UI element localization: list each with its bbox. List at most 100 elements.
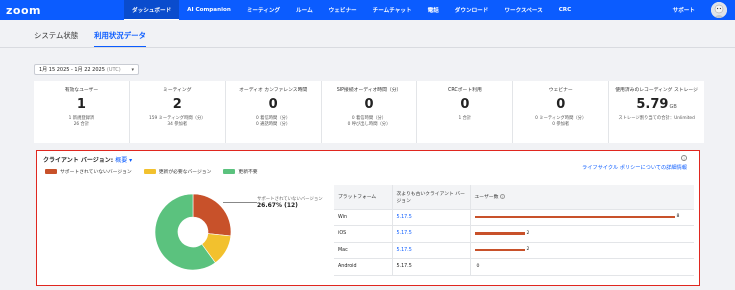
callout-value: 26.67% (12)	[257, 202, 298, 209]
stat-sub: 1 新規登録済 26 合計	[68, 116, 95, 127]
stat-webinars: ウェビナー 0 0 ミーティング時間（分） 0 参加者	[513, 81, 610, 143]
stat-value: 0	[364, 97, 374, 112]
legend-item-unsupported: サポートされていないバージョン	[45, 168, 132, 175]
version-link[interactable]: 5.17.5	[397, 231, 412, 236]
user-count-cell: 0	[470, 258, 694, 276]
stat-recording-storage: 使用済みのレコーディング ストレージ 5.79GB ストレージ割り当ての合計：U…	[609, 81, 704, 143]
version-link[interactable]: 5.17.5	[397, 215, 412, 220]
stat-value: 2	[172, 97, 182, 112]
user-count-cell: 2	[470, 225, 694, 243]
nav-item-rooms[interactable]: ルーム	[288, 0, 321, 20]
user-count-cell: 8	[470, 209, 694, 226]
chevron-down-icon: ▾	[131, 67, 134, 73]
nav-item-workspaces[interactable]: ワークスペース	[496, 0, 550, 20]
stat-title: オーディオ カンファレンス時間	[239, 88, 308, 93]
stat-sub: 159 ミーティング時間（分） 34 参加者	[149, 116, 206, 127]
platform-cell: Win	[334, 209, 392, 226]
dashboard-tabs: システム状態 利用状況データ	[34, 30, 146, 48]
legend-swatch	[45, 169, 57, 174]
stat-value: 0	[460, 97, 470, 112]
stat-title: CRCポート利用	[447, 88, 482, 93]
user-count-value: 2	[526, 247, 530, 253]
chart-legend: サポートされていないバージョン 更新が必要なバージョン 更新不要	[45, 168, 258, 175]
version-cell: 5.17.5	[391, 209, 471, 226]
header-platform: プラットフォーム	[334, 185, 392, 210]
donut-slice-0[interactable]	[192, 193, 232, 237]
table-row: Mac 5.17.5 2	[334, 242, 694, 259]
platform-cell: iOS	[334, 225, 392, 243]
stat-sip-audio: SIP接続オーディオ時間（分） 0 0 着信時間（分） 0 呼び出し時間（分）	[322, 81, 418, 143]
user-count-value: 2	[526, 230, 530, 236]
nav-item-dashboard[interactable]: ダッシュボード	[124, 0, 180, 20]
stat-active-users: 有効なユーザー 1 1 新規登録済 26 合計	[34, 81, 130, 143]
nav-item-download[interactable]: ダウンロード	[447, 0, 497, 20]
version-cell: 5.17.5	[391, 225, 471, 243]
nav-item-meetings[interactable]: ミーティング	[239, 0, 288, 20]
client-version-table: プラットフォーム 次よりも古いクライアント バージョン ユーザー数 i Win 5.…	[334, 185, 694, 276]
stat-sub: 0 着信時間（分） 0 呼び出し時間（分）	[347, 116, 391, 127]
legend-swatch	[223, 169, 236, 174]
zoom-logo[interactable]: zoom	[6, 4, 124, 17]
donut-callout: サポートされていないバージョン 26.67% (12)	[257, 197, 323, 209]
lifecycle-policy-link[interactable]: ライフサイクル ポリシーについての詳細情報	[582, 164, 687, 171]
stat-unit: GB	[669, 104, 677, 110]
legend-item-no-update: 更新不要	[223, 168, 258, 175]
user-avatar-icon	[711, 2, 727, 18]
platform-cell: Android	[334, 258, 392, 276]
header-version: 次よりも古いクライアント バージョン	[391, 185, 471, 210]
info-icon[interactable]: i	[500, 194, 506, 200]
date-range-text: 1月 15 2025 - 1月 22 2025	[39, 67, 105, 73]
stat-audio-conference: オーディオ カンファレンス時間 0 0 着信時間（分） 0 通話時間（分）	[226, 81, 322, 143]
stat-value: 1	[76, 97, 86, 112]
stat-title: 有効なユーザー	[64, 88, 99, 93]
avatar[interactable]	[711, 2, 727, 18]
header-users: ユーザー数 i	[470, 185, 694, 210]
stat-crc-ports: CRCポート利用 0 1 合計	[417, 81, 514, 143]
top-navigation: zoom ダッシュボード AI Companion ミーティング ルーム ウェビ…	[0, 0, 735, 20]
user-count-bar	[474, 215, 675, 218]
user-count-bar	[474, 232, 525, 235]
version-cell: 5.17.5	[391, 242, 471, 259]
stat-title: 使用済みのレコーディング ストレージ	[615, 88, 698, 93]
nav-item-team-chat[interactable]: チームチャット	[365, 0, 420, 20]
tab-usage-data[interactable]: 利用状況データ	[94, 30, 146, 48]
user-count-bar	[474, 248, 525, 251]
nav-items: ダッシュボード AI Companion ミーティング ルーム ウェビナー チー…	[124, 0, 579, 20]
stat-title: ウェビナー	[548, 88, 573, 93]
stat-sub: 0 着信時間（分） 0 通話時間（分）	[256, 116, 291, 127]
info-icon[interactable]: i	[681, 155, 687, 161]
stat-value: 5.79GB	[636, 97, 677, 112]
version-cell: 5.17.5	[391, 258, 471, 276]
stat-sub: 1 合計	[458, 116, 472, 121]
support-link[interactable]: サポート	[673, 0, 695, 20]
client-version-panel: クライアント バージョン: 概要 ▾ i サポートされていないバージョン 更新が…	[36, 150, 700, 286]
nav-item-crc[interactable]: CRC	[551, 0, 580, 20]
table-row: Android 5.17.5 0	[334, 258, 694, 276]
stat-sub: ストレージ割り当ての合計：Unlimited	[618, 116, 695, 121]
usage-stats-bar: 有効なユーザー 1 1 新規登録済 26 合計 ミーティング 2 159 ミーティ…	[34, 81, 704, 143]
callout-leader-line	[223, 202, 257, 203]
tab-divider	[0, 47, 735, 48]
nav-item-phone[interactable]: 電話	[420, 0, 447, 20]
stat-sub: 0 ミーティング時間（分） 0 参加者	[535, 116, 587, 127]
user-count-value: 0	[476, 263, 480, 269]
timezone-label: (UTC)	[106, 66, 121, 73]
user-count-value: 8	[676, 214, 680, 220]
stat-title: ミーティング	[163, 88, 192, 93]
date-range-picker[interactable]: 1月 15 2025 - 1月 22 2025 (UTC) ▾	[34, 64, 139, 75]
version-link[interactable]: 5.17.5	[397, 248, 412, 253]
table-row: iOS 5.17.5 2	[334, 225, 694, 243]
stat-title: SIP接続オーディオ時間（分）	[336, 88, 402, 93]
summary-dropdown[interactable]: 概要 ▾	[115, 157, 132, 164]
panel-title: クライアント バージョン: 概要 ▾	[43, 157, 133, 164]
platform-cell: Mac	[334, 242, 392, 259]
table-row: Win 5.17.5 8	[334, 209, 694, 226]
stat-value: 0	[556, 97, 566, 112]
nav-item-ai-companion[interactable]: AI Companion	[179, 0, 239, 20]
stat-meetings: ミーティング 2 159 ミーティング時間（分） 34 参加者	[130, 81, 226, 143]
stat-value: 0	[268, 97, 278, 112]
tab-system-status[interactable]: システム状態	[34, 30, 78, 48]
table-header-row: プラットフォーム 次よりも古いクライアント バージョン ユーザー数 i	[334, 185, 694, 210]
legend-item-update-required: 更新が必要なバージョン	[143, 168, 211, 175]
nav-item-webinars[interactable]: ウェビナー	[321, 0, 365, 20]
